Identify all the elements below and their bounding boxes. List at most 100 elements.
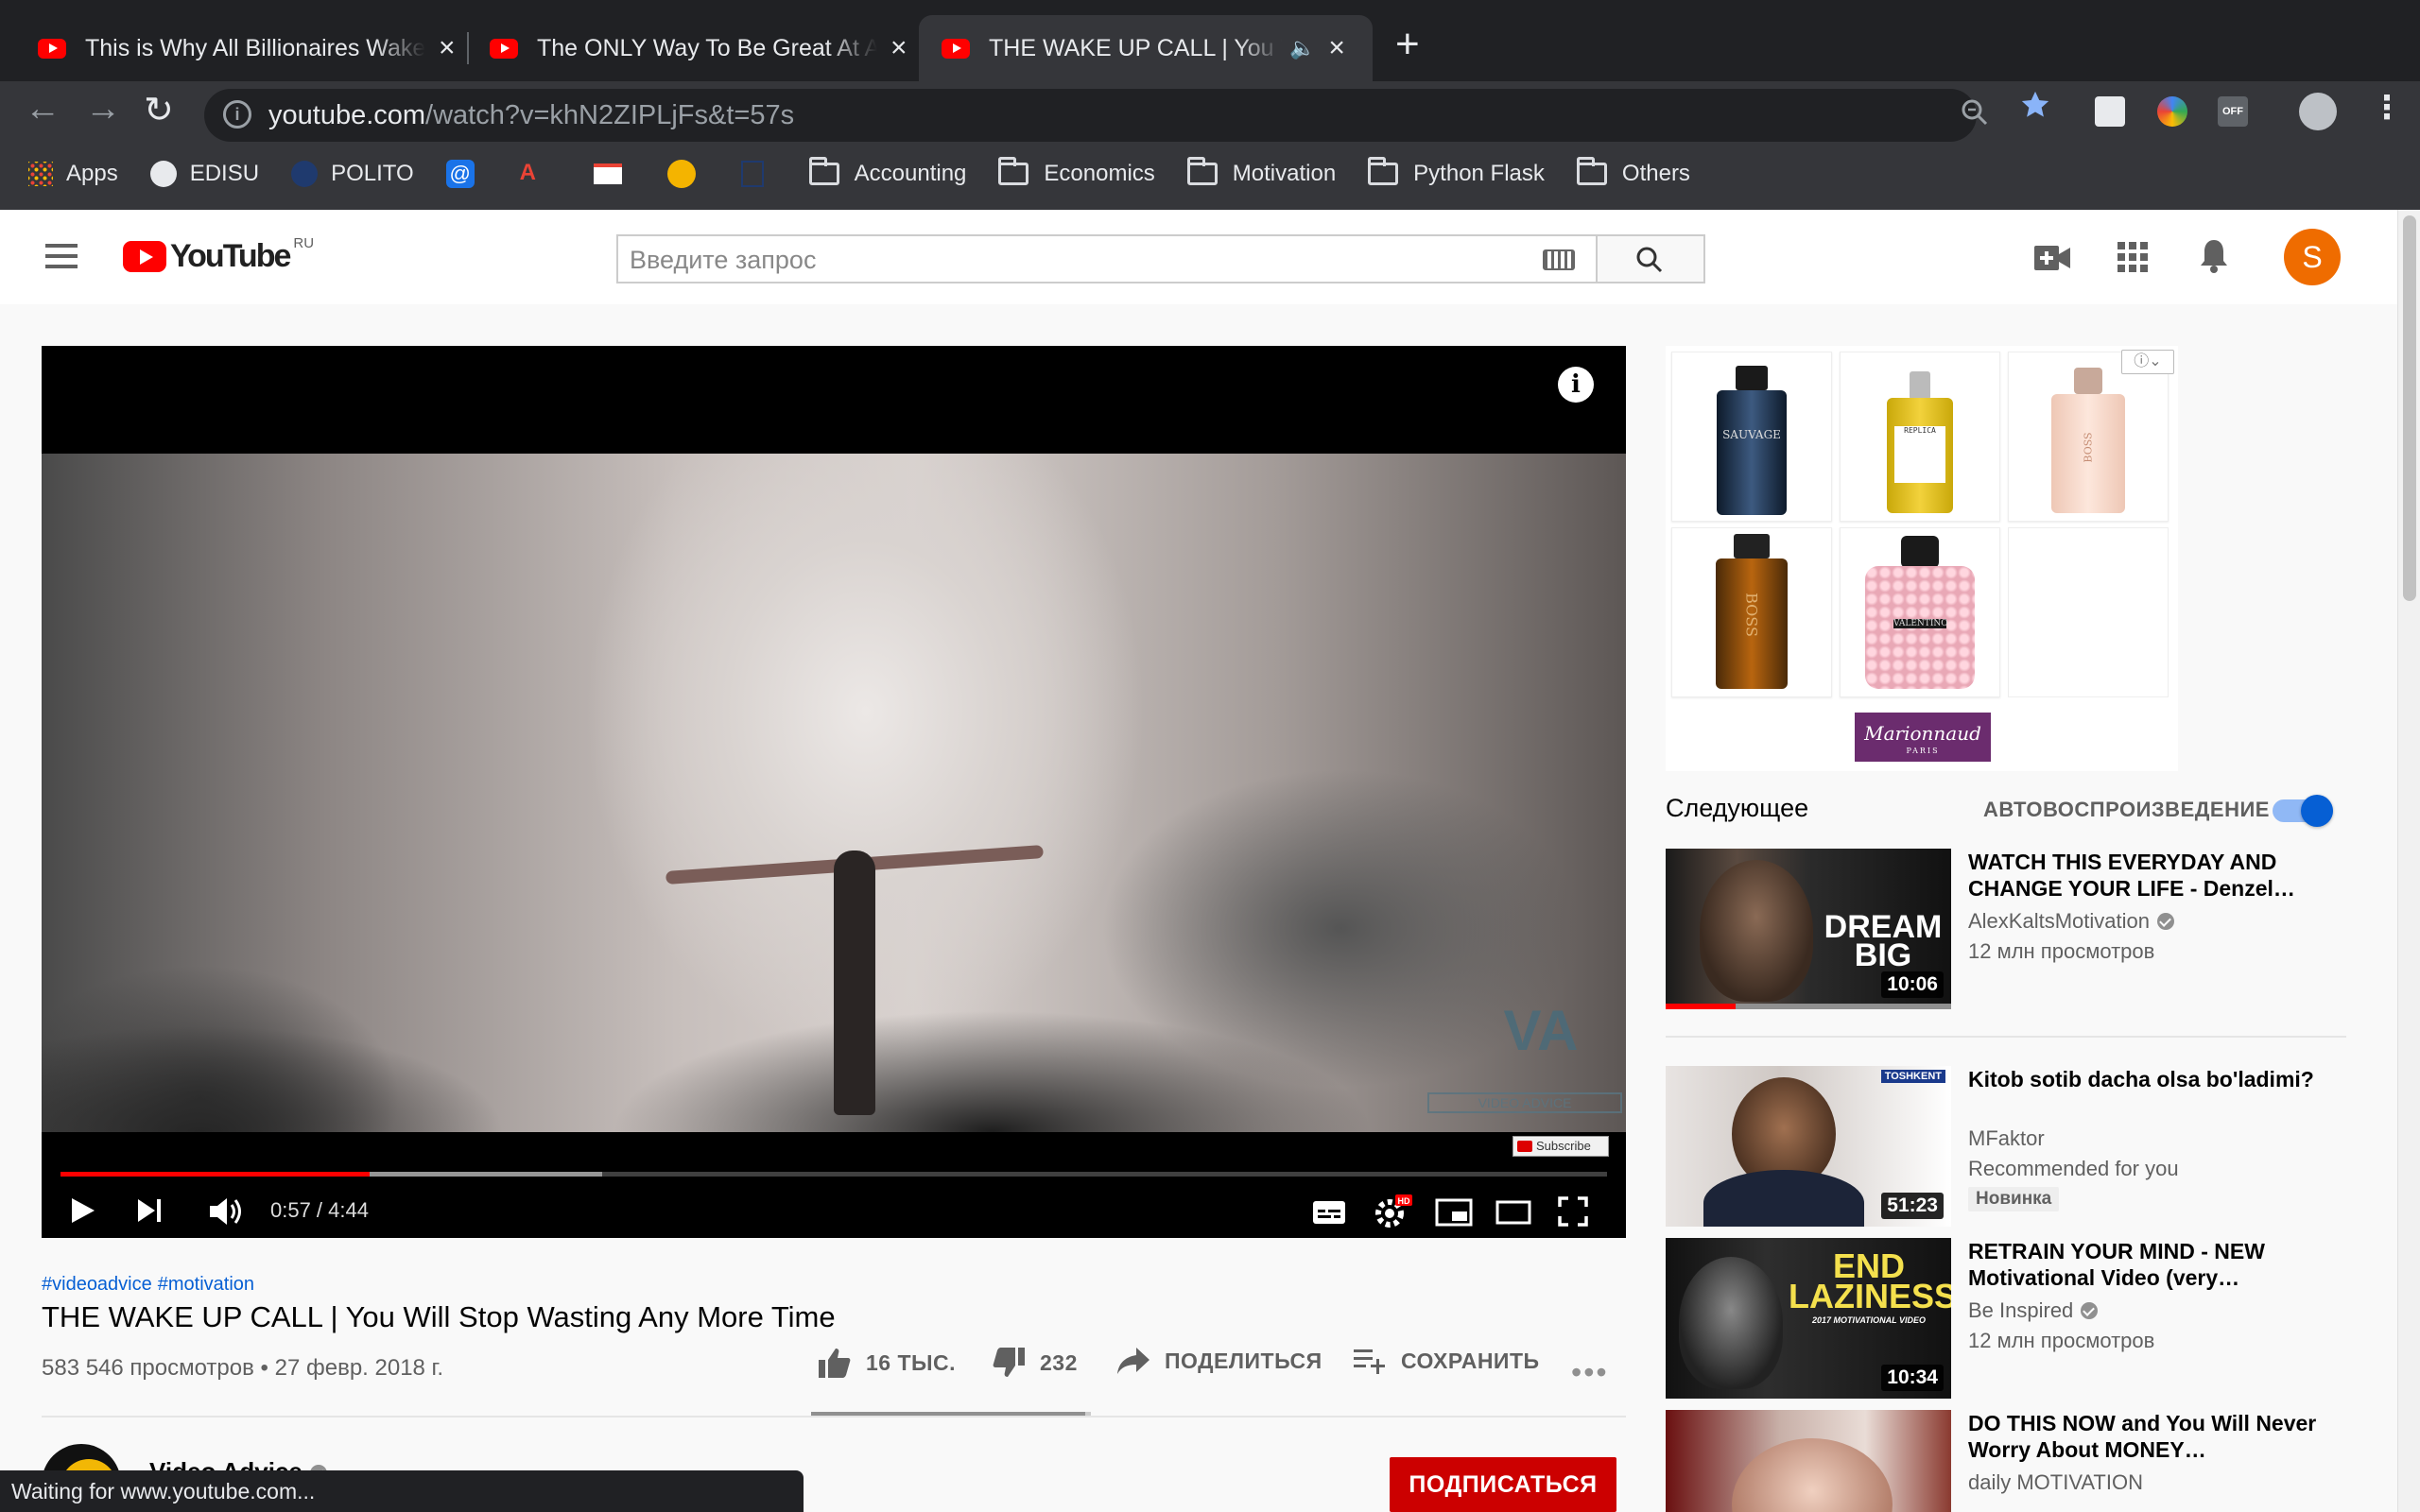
bookmark-economics[interactable]: Economics xyxy=(998,157,1155,187)
bookmark-coin[interactable] xyxy=(666,160,709,188)
forward-arrow-icon[interactable]: → xyxy=(85,89,121,129)
recommended-video[interactable]: END LAZINESS 2017 MOTIVATIONAL VIDEO 10:… xyxy=(1666,1238,2346,1400)
video-title[interactable]: DO THIS NOW and You Will Never Worry Abo… xyxy=(1968,1410,2327,1463)
ad-brand-logo[interactable]: Marionnaud PARIS xyxy=(1855,713,1991,762)
back-arrow-icon[interactable]: ← xyxy=(25,89,60,129)
speaker-icon[interactable]: 🔈 xyxy=(1289,36,1315,60)
subscribe-watermark-badge[interactable]: Subscribe xyxy=(1512,1136,1609,1157)
close-icon[interactable]: × xyxy=(890,32,908,64)
extension-off-icon[interactable]: OFF xyxy=(2218,96,2248,127)
profile-avatar-icon[interactable] xyxy=(2299,93,2337,130)
bookmark-edisu[interactable]: EDISU xyxy=(149,161,259,187)
video-thumbnail[interactable] xyxy=(1666,1410,1951,1512)
bookmark-translate[interactable]: A xyxy=(520,160,562,188)
ad-product-valentino[interactable]: VALENTINO xyxy=(1840,527,2000,697)
url-text[interactable]: youtube.com/watch?v=khN2ZIPLjFs&t=57s xyxy=(268,100,794,131)
share-button[interactable]: ПОДЕЛИТЬСЯ xyxy=(1117,1348,1322,1374)
tab-billionaires[interactable]: This is Why All Billionaires Wake × xyxy=(15,15,478,81)
bookmarks-bar: Apps EDISU POLITO @ A Accounting Economi… xyxy=(0,147,2420,200)
tab-wake-up-call[interactable]: THE WAKE UP CALL | You Will 🔈 × xyxy=(919,15,1373,81)
miniplayer-icon[interactable] xyxy=(1435,1198,1473,1231)
share-arrow-icon xyxy=(1117,1348,1150,1374)
close-icon[interactable]: × xyxy=(439,32,456,64)
video-title[interactable]: RETRAIN YOUR MIND - NEW Motivational Vid… xyxy=(1968,1238,2327,1291)
create-video-icon[interactable] xyxy=(2034,246,2070,275)
search-input[interactable] xyxy=(630,246,1480,275)
bookmark-mail-at[interactable]: @ xyxy=(445,160,488,188)
keyboard-icon[interactable] xyxy=(1543,249,1575,270)
bookmark-apps[interactable]: Apps xyxy=(28,161,118,187)
dislike-button[interactable]: 232 xyxy=(993,1348,1078,1378)
bookmark-motivation[interactable]: Motivation xyxy=(1186,157,1336,187)
autoplay-toggle[interactable] xyxy=(2273,795,2333,827)
apps-grid-icon[interactable] xyxy=(2118,242,2148,277)
zoom-icon[interactable] xyxy=(1961,98,1989,134)
new-tab-button[interactable]: + xyxy=(1395,21,1420,68)
info-circle-icon[interactable]: i xyxy=(223,100,251,129)
save-button[interactable]: СОХРАНИТЬ xyxy=(1354,1348,1540,1374)
player-controls: 0:57 / 4:44 HD xyxy=(42,1185,1626,1238)
ad-product-sauvage[interactable]: SAUVAGE xyxy=(1671,352,1832,522)
youtube-logo[interactable]: YouTube RU xyxy=(123,235,314,275)
bookmark-document[interactable] xyxy=(740,161,777,187)
bookmark-gmail[interactable] xyxy=(593,163,635,184)
close-icon[interactable]: × xyxy=(1328,32,1345,64)
channel-name[interactable]: AlexKaltsMotivation xyxy=(1968,909,2174,934)
channel-name[interactable]: MFaktor xyxy=(1968,1126,2045,1151)
tab-title: THE WAKE UP CALL | You Will xyxy=(989,34,1282,61)
video-thumbnail[interactable]: END LAZINESS 2017 MOTIVATIONAL VIDEO 10:… xyxy=(1666,1238,1951,1399)
channel-name[interactable]: Be Inspired xyxy=(1968,1298,2099,1323)
search-button[interactable] xyxy=(1596,234,1705,284)
next-icon[interactable] xyxy=(136,1198,163,1228)
account-avatar[interactable]: S xyxy=(2284,229,2341,285)
duration-badge: 51:23 xyxy=(1881,1193,1944,1219)
subscribe-button[interactable]: ПОДПИСАТЬСЯ xyxy=(1390,1457,1616,1512)
bookmark-others[interactable]: Others xyxy=(1576,157,1690,187)
playlist-add-icon xyxy=(1354,1349,1385,1374)
hamburger-menu-icon[interactable] xyxy=(45,244,78,268)
new-badge: Новинка xyxy=(1968,1187,2060,1211)
volume-icon[interactable] xyxy=(208,1196,246,1231)
extension-scanner-icon[interactable] xyxy=(2095,96,2125,127)
settings-gear-icon[interactable]: HD xyxy=(1374,1194,1412,1233)
theater-mode-icon[interactable] xyxy=(1495,1200,1531,1229)
hashtag-link[interactable]: #videoadvice xyxy=(42,1274,152,1295)
hashtag-link[interactable]: #motivation xyxy=(158,1274,254,1295)
page-scrollbar[interactable] xyxy=(2397,210,2420,1512)
address-bar[interactable]: i youtube.com/watch?v=khN2ZIPLjFs&t=57s xyxy=(204,89,1988,142)
ad-banner[interactable]: SAUVAGE REPLICA BOSS BOSS VALENTINO ⓘ⌄ M… xyxy=(1666,346,2178,771)
extension-color-icon[interactable] xyxy=(2157,96,2187,127)
video-frame[interactable] xyxy=(42,454,1626,1132)
bookmark-accounting[interactable]: Accounting xyxy=(808,157,966,187)
progress-bar[interactable] xyxy=(60,1172,1607,1177)
video-player[interactable]: i VA VIDEO ADVICE Subscribe 0:57 / 4:44 … xyxy=(42,346,1626,1238)
thumbs-up-icon xyxy=(819,1349,851,1378)
video-title[interactable]: WATCH THIS EVERYDAY AND CHANGE YOUR LIFE… xyxy=(1968,849,2327,902)
ad-choices-icon[interactable]: ⓘ⌄ xyxy=(2121,350,2174,374)
ad-product-boss-the-scent-for-her[interactable]: BOSS xyxy=(2008,352,2169,522)
video-thumbnail[interactable]: TOSHKENT 51:23 xyxy=(1666,1066,1951,1227)
tab-only-way[interactable]: The ONLY Way To Be Great At Anything × xyxy=(467,15,930,81)
recommended-video[interactable]: DREAM BIG 10:06 WATCH THIS EVERYDAY AND … xyxy=(1666,849,2346,1011)
like-button[interactable]: 16 ТЫС. xyxy=(819,1348,956,1378)
browser-chrome: This is Why All Billionaires Wake × The … xyxy=(0,0,2420,210)
menu-kebab-icon[interactable]: ⋮ xyxy=(2371,89,2403,127)
bookmark-star-icon[interactable] xyxy=(2019,89,2051,129)
notifications-bell-icon[interactable] xyxy=(2199,238,2229,279)
info-icon[interactable]: i xyxy=(1558,367,1594,403)
recommended-video[interactable]: DO THIS NOW and You Will Never Worry Abo… xyxy=(1666,1410,2346,1512)
bookmark-polito[interactable]: POLITO xyxy=(291,161,414,187)
bookmark-python-flask[interactable]: Python Flask xyxy=(1368,157,1545,187)
subtitles-icon[interactable] xyxy=(1312,1200,1346,1229)
play-icon[interactable] xyxy=(70,1196,96,1229)
video-title[interactable]: Kitob sotib dacha olsa bo'ladimi? xyxy=(1968,1066,2327,1092)
ad-product-boss-the-scent[interactable]: BOSS xyxy=(1671,527,1832,697)
channel-name[interactable]: daily MOTIVATION xyxy=(1968,1470,2143,1495)
ad-product-replica[interactable]: REPLICA xyxy=(1840,352,2000,522)
video-thumbnail[interactable]: DREAM BIG 10:06 xyxy=(1666,849,1951,1009)
fullscreen-icon[interactable] xyxy=(1558,1196,1588,1231)
reload-icon[interactable]: ↻ xyxy=(144,89,174,131)
scrollbar-thumb[interactable] xyxy=(2403,215,2416,601)
more-actions-icon[interactable]: ••• xyxy=(1571,1355,1609,1390)
recommended-video[interactable]: TOSHKENT 51:23 Kitob sotib dacha olsa bo… xyxy=(1666,1066,2346,1228)
